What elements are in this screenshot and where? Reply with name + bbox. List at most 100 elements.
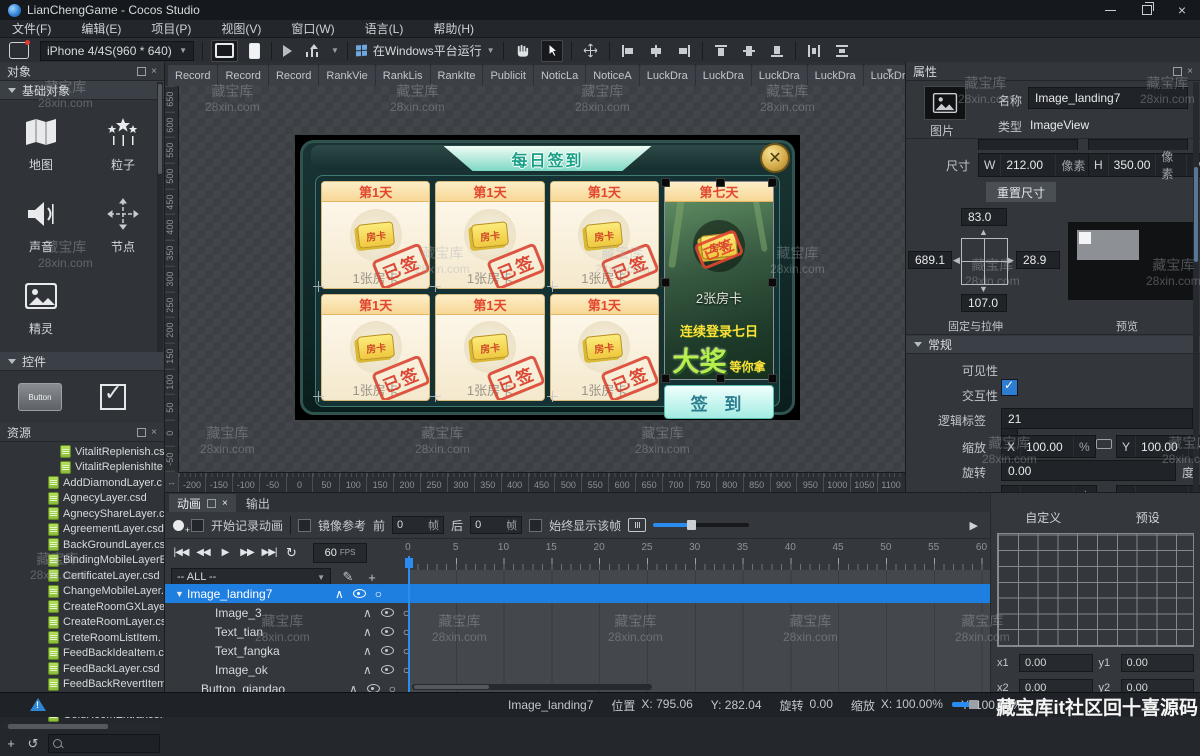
- resource-file-row[interactable]: BindingMobileLayerE: [0, 553, 164, 569]
- close-icon[interactable]: ×: [1178, 5, 1186, 15]
- document-tab[interactable]: Record ×: [269, 65, 318, 86]
- document-tab[interactable]: Record ×: [168, 65, 217, 86]
- go-first-frame-button[interactable]: |◀◀: [171, 544, 191, 562]
- align-left-button[interactable]: [618, 41, 638, 61]
- record-animation-icon[interactable]: [173, 520, 184, 531]
- visible-checkbox[interactable]: [1001, 379, 1018, 396]
- close-panel-icon[interactable]: ×: [1187, 66, 1193, 77]
- menu-item[interactable]: 视图(V): [221, 20, 261, 37]
- next-frame-button[interactable]: ▶▶: [237, 544, 257, 562]
- close-panel-icon[interactable]: ×: [151, 427, 157, 438]
- general-section[interactable]: 常规: [906, 336, 1200, 354]
- close-panel-icon[interactable]: ×: [151, 66, 157, 77]
- resource-file-row[interactable]: CreateRoomLayer.cs: [0, 615, 164, 631]
- resource-file-row[interactable]: BackGroundLayer.cs: [0, 537, 164, 553]
- edit-pencil-icon[interactable]: ✎: [341, 569, 355, 585]
- name-input[interactable]: Image_landing7: [1028, 87, 1188, 109]
- add-device-button[interactable]: [6, 41, 32, 61]
- align-right-button[interactable]: [674, 41, 694, 61]
- record-checkbox[interactable]: [191, 519, 204, 532]
- select-tool-button[interactable]: [541, 40, 563, 62]
- scale-x-input[interactable]: X100.00%: [1001, 435, 1096, 458]
- y1-input[interactable]: 0.00: [1121, 654, 1195, 672]
- timeline-track-row[interactable]: ▼ Image_landing7 ∧ ○: [165, 584, 990, 603]
- hand-tool-button[interactable]: [512, 41, 533, 61]
- resources-hscrollbar[interactable]: [2, 723, 162, 730]
- lock-toggle-icon[interactable]: ∧: [363, 606, 372, 620]
- visibility-eye-icon[interactable]: [367, 684, 380, 692]
- curve-grid[interactable]: [997, 533, 1194, 647]
- tab-preset[interactable]: 预设: [1096, 509, 1200, 529]
- tab-overflow-chevron[interactable]: ▼: [885, 66, 900, 80]
- signin-day-card[interactable]: 第1天房卡1张房卡已签: [321, 181, 430, 289]
- resource-file-row[interactable]: AddDiamondLayer.c: [0, 475, 164, 491]
- zoom-slider[interactable]: [952, 702, 970, 707]
- signin-day-card[interactable]: 第1天房卡1张房卡已签: [435, 294, 544, 402]
- timeline-ruler-ticks[interactable]: [408, 556, 990, 570]
- resource-file-row[interactable]: FeedBackRevertItem: [0, 677, 164, 693]
- onion-skin-icon[interactable]: [628, 518, 646, 532]
- resource-file-row[interactable]: AgnecyShareLayer.c: [0, 506, 164, 522]
- chevron-down-icon[interactable]: ▼: [331, 46, 339, 55]
- document-tab[interactable]: Record ×: [218, 65, 267, 86]
- visibility-eye-icon[interactable]: [381, 627, 394, 636]
- resource-file-row[interactable]: CertificateLayer.csd: [0, 568, 164, 584]
- menu-item[interactable]: 文件(F): [12, 20, 51, 37]
- expand-caret-icon[interactable]: ▼: [175, 589, 187, 599]
- object-item-map[interactable]: 地图: [0, 106, 82, 188]
- timeline-track-row[interactable]: ▼ Text_tian ∧ ○: [165, 622, 990, 641]
- document-tab[interactable]: RankLis ×: [376, 65, 430, 86]
- run-target-select[interactable]: 在Windows平台运行 ▼: [356, 42, 495, 59]
- add-animation-icon[interactable]: +: [365, 570, 379, 585]
- landscape-button[interactable]: [211, 40, 238, 62]
- resource-file-row[interactable]: AgreementLayer.csd: [0, 522, 164, 538]
- fps-input[interactable]: 60 FPS: [313, 543, 367, 563]
- tag-input[interactable]: 21: [1001, 408, 1193, 429]
- anchor-bottom-input[interactable]: 107.0: [961, 294, 1007, 312]
- selection-handle[interactable]: [661, 178, 670, 187]
- onion-opacity-slider[interactable]: [653, 523, 749, 527]
- document-tab[interactable]: LuckDra ×: [640, 65, 695, 86]
- signin-day-card[interactable]: 第1天房卡1张房卡已签: [550, 181, 659, 289]
- resource-file-row[interactable]: FeedBackLayer.csd: [0, 661, 164, 677]
- lock-toggle-icon[interactable]: ∧: [363, 663, 372, 677]
- document-tab[interactable]: RankIte ×: [431, 65, 483, 86]
- resource-file-row[interactable]: AgnecyLayer.csd: [0, 491, 164, 507]
- playhead-line[interactable]: [408, 556, 410, 692]
- before-input[interactable]: 0帧: [392, 516, 444, 534]
- document-tab[interactable]: RankVie ×: [319, 65, 374, 86]
- x1-input[interactable]: 0.00: [1019, 654, 1093, 672]
- transform-tool-button[interactable]: [580, 41, 601, 61]
- object-item-sprite[interactable]: 精灵: [0, 270, 82, 352]
- float-panel-icon[interactable]: [1173, 67, 1182, 76]
- checkbox-widget-icon[interactable]: [100, 384, 126, 410]
- add-icon[interactable]: +: [4, 736, 18, 751]
- mirror-checkbox[interactable]: [298, 519, 311, 532]
- tab-custom[interactable]: 自定义: [991, 509, 1096, 529]
- refresh-icon[interactable]: ↺: [26, 736, 40, 752]
- menu-item[interactable]: 项目(P): [151, 20, 191, 37]
- stage[interactable]: 每日签到 ✕ 第1天房卡1张房卡已签第1天房卡1张房卡已签第1天房卡1张房卡已签…: [295, 135, 800, 420]
- close-panel-icon[interactable]: ×: [222, 498, 228, 509]
- lock-toggle-icon[interactable]: ∧: [363, 625, 372, 639]
- lock-toggle-icon[interactable]: ∧: [363, 644, 372, 658]
- restore-icon[interactable]: [1142, 5, 1152, 15]
- selected-image-landing7[interactable]: 第七天 房卡 已签 2张房卡 连续登录七日 大奖 等你拿: [664, 181, 774, 380]
- controls-section[interactable]: 控件: [0, 352, 164, 371]
- resource-file-row[interactable]: VitalitReplenishIte: [0, 460, 164, 476]
- publish-button[interactable]: [303, 41, 323, 61]
- selection-handle[interactable]: [716, 178, 725, 187]
- selection-handle[interactable]: [768, 278, 777, 287]
- scale-y-input[interactable]: Y100.00%: [1116, 435, 1200, 458]
- prev-frame-button[interactable]: ◀◀: [193, 544, 213, 562]
- always-show-checkbox[interactable]: [529, 519, 542, 532]
- document-tab[interactable]: Publicit ×: [483, 65, 532, 86]
- device-select[interactable]: iPhone 4/4S(960 * 640) ▼: [40, 41, 194, 61]
- anchor-left-input[interactable]: 689.1: [908, 251, 952, 269]
- menu-item[interactable]: 帮助(H): [433, 20, 474, 37]
- selection-handle[interactable]: [768, 374, 777, 383]
- selection-handle[interactable]: [768, 178, 777, 187]
- loop-button[interactable]: ↻: [281, 544, 301, 562]
- timeline-hscrollbar[interactable]: [412, 684, 652, 690]
- link-scale-icon[interactable]: [1096, 439, 1112, 449]
